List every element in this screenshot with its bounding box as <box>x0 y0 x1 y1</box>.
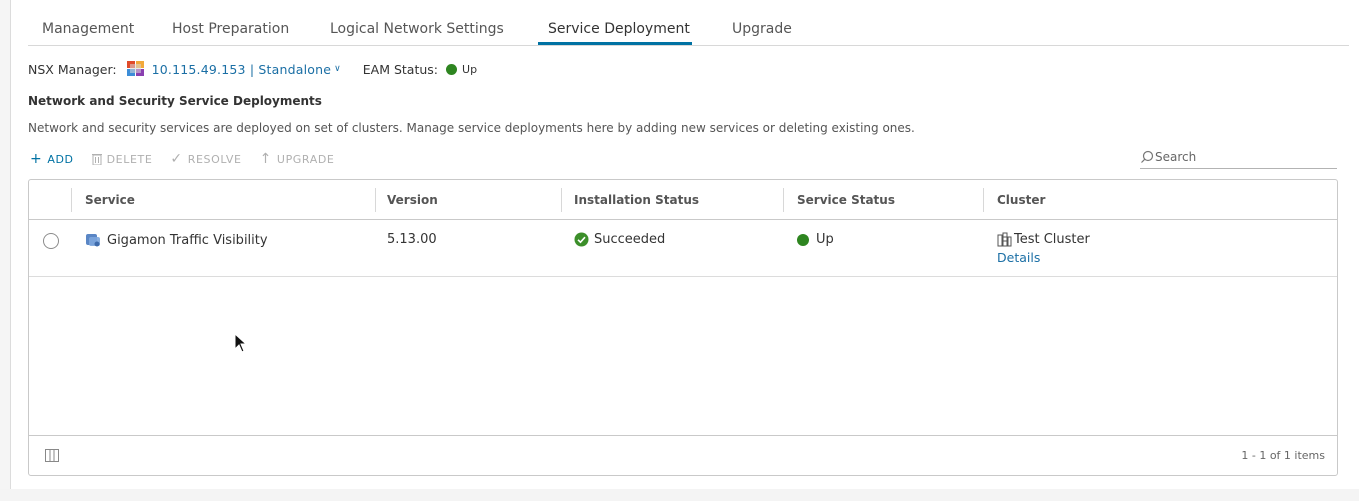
mouse-cursor-icon <box>234 333 248 353</box>
upgrade-button[interactable]: ↑ UPGRADE <box>260 152 335 166</box>
action-toolbar: + ADD DELETE ✓ RESOLVE ↑ UPGRADE <box>30 150 352 168</box>
cell-service-status: Up <box>797 232 834 247</box>
upgrade-button-label: UPGRADE <box>276 152 335 166</box>
row-select-radio[interactable] <box>43 233 59 249</box>
tab-bar: Management Host Preparation Logical Netw… <box>28 0 1349 46</box>
cluster-name: Test Cluster <box>1014 232 1090 247</box>
service-deployments-grid: Service Version Installation Status Serv… <box>28 179 1338 476</box>
search-box[interactable]: Search <box>1140 145 1337 169</box>
service-status-value: Up <box>816 232 834 247</box>
cluster-details-link[interactable]: Details <box>997 250 1040 265</box>
column-header-service[interactable]: Service <box>85 180 135 220</box>
tab-host-preparation[interactable]: Host Preparation <box>172 21 289 37</box>
cluster-icon <box>997 232 1012 247</box>
tab-upgrade[interactable]: Upgrade <box>732 21 792 37</box>
cell-service: Gigamon Traffic Visibility <box>85 232 268 248</box>
nsx-manager-label: NSX Manager: <box>28 61 117 77</box>
column-header-installation-status[interactable]: Installation Status <box>574 180 699 220</box>
arrow-up-icon: ↑ <box>259 151 272 167</box>
search-input[interactable]: Search <box>1155 150 1196 164</box>
grid-header: Service Version Installation Status Serv… <box>29 180 1337 220</box>
delete-button-label: DELETE <box>106 152 153 166</box>
grid-footer: 1 - 1 of 1 items <box>29 435 1337 475</box>
chevron-down-icon[interactable]: ∨ <box>334 64 341 74</box>
nsx-manager-icon <box>126 61 144 76</box>
section-description: Network and security services are deploy… <box>28 121 915 135</box>
column-separator <box>561 188 562 212</box>
installation-status-value: Succeeded <box>594 232 666 247</box>
column-header-cluster[interactable]: Cluster <box>997 180 1045 220</box>
service-icon <box>86 234 100 247</box>
column-separator <box>71 188 72 212</box>
resolve-button-label: RESOLVE <box>187 152 242 166</box>
cell-version: 5.13.00 <box>387 232 437 247</box>
eam-status-label: EAM Status: <box>362 61 439 77</box>
column-header-service-status[interactable]: Service Status <box>797 180 895 220</box>
add-button[interactable]: + ADD <box>30 152 74 166</box>
eam-status-value: Up <box>462 62 478 76</box>
service-name: Gigamon Traffic Visibility <box>107 232 268 248</box>
tab-service-deployment[interactable]: Service Deployment <box>548 21 690 37</box>
column-toggle-icon[interactable] <box>45 449 59 462</box>
cell-installation-status: Succeeded <box>574 232 665 247</box>
column-header-version[interactable]: Version <box>387 180 438 220</box>
status-dot-icon <box>446 63 458 75</box>
pagination-text: 1 - 1 of 1 items <box>1241 449 1325 462</box>
tab-logical-network-settings[interactable]: Logical Network Settings <box>330 21 504 37</box>
resolve-button[interactable]: ✓ RESOLVE <box>170 152 241 166</box>
plus-icon: + <box>30 151 43 167</box>
column-separator <box>375 188 376 212</box>
cell-cluster: Test Cluster <box>997 232 1090 247</box>
status-dot-icon <box>797 233 809 246</box>
success-check-icon <box>574 232 589 247</box>
nsx-manager-row: NSX Manager: 10.115.49.153 | Standalone … <box>28 60 477 78</box>
section-title: Network and Security Service Deployments <box>28 94 322 108</box>
table-row[interactable]: Gigamon Traffic Visibility 5.13.00 Succe… <box>29 220 1337 277</box>
column-separator <box>983 188 984 212</box>
search-icon <box>1141 150 1154 163</box>
tab-management[interactable]: Management <box>42 21 134 37</box>
add-button-label: ADD <box>47 152 74 166</box>
panel-bottom <box>0 489 1359 501</box>
column-separator <box>783 188 784 212</box>
active-tab-indicator <box>538 42 692 45</box>
check-icon: ✓ <box>170 151 183 167</box>
trash-icon <box>91 154 102 165</box>
nsx-manager-selector[interactable]: 10.115.49.153 | Standalone <box>152 62 332 77</box>
delete-button[interactable]: DELETE <box>91 152 153 166</box>
